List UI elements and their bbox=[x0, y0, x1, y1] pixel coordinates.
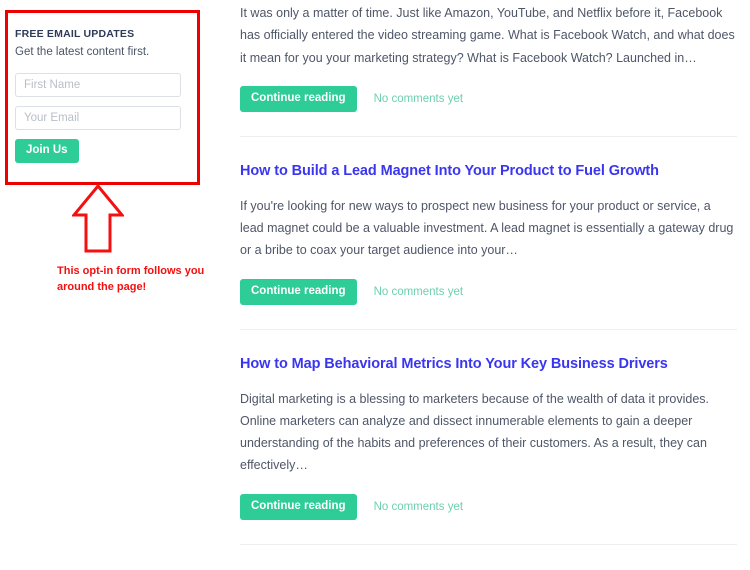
join-us-button[interactable]: Join Us bbox=[15, 138, 79, 164]
article-list: It was only a matter of time. Just like … bbox=[240, 0, 737, 570]
article-item: It was only a matter of time. Just like … bbox=[240, 0, 737, 113]
comments-link[interactable]: No comments yet bbox=[374, 286, 463, 298]
article-divider bbox=[240, 544, 737, 546]
article-footer: Continue reading No comments yet bbox=[240, 85, 737, 113]
sidebar: FREE EMAIL UPDATES Get the latest conten… bbox=[0, 0, 215, 524]
continue-reading-button[interactable]: Continue reading bbox=[240, 85, 357, 113]
article-footer: Continue reading No comments yet bbox=[240, 493, 737, 521]
comments-link[interactable]: No comments yet bbox=[374, 501, 463, 513]
continue-reading-button[interactable]: Continue reading bbox=[240, 278, 357, 306]
first-name-input[interactable] bbox=[15, 72, 181, 97]
article-excerpt: If you're looking for new ways to prospe… bbox=[240, 198, 734, 258]
article-divider bbox=[240, 136, 737, 138]
article-item: How to Map Behavioral Metrics Into Your … bbox=[240, 355, 737, 521]
continue-reading-button[interactable]: Continue reading bbox=[240, 493, 357, 521]
email-input[interactable] bbox=[15, 105, 181, 130]
article-item: How to Build a Lead Magnet Into Your Pro… bbox=[240, 162, 737, 306]
optin-heading: FREE EMAIL UPDATES bbox=[15, 28, 135, 40]
article-footer: Continue reading No comments yet bbox=[240, 278, 737, 306]
optin-form: FREE EMAIL UPDATES Get the latest conten… bbox=[15, 28, 190, 164]
article-title-link[interactable]: How to Map Behavioral Metrics Into Your … bbox=[240, 355, 737, 375]
comments-link[interactable]: No comments yet bbox=[374, 93, 463, 105]
article-divider bbox=[240, 329, 737, 331]
optin-subheading: Get the latest content first. bbox=[15, 45, 150, 58]
annotation-text: This opt-in form follows you around the … bbox=[57, 265, 205, 293]
arrow-up-outline-icon bbox=[70, 183, 126, 254]
article-excerpt: Digital marketing is a blessing to marke… bbox=[240, 391, 709, 473]
article-excerpt: It was only a matter of time. Just like … bbox=[240, 6, 735, 65]
article-title-link[interactable]: How to Build a Lead Magnet Into Your Pro… bbox=[240, 162, 737, 182]
